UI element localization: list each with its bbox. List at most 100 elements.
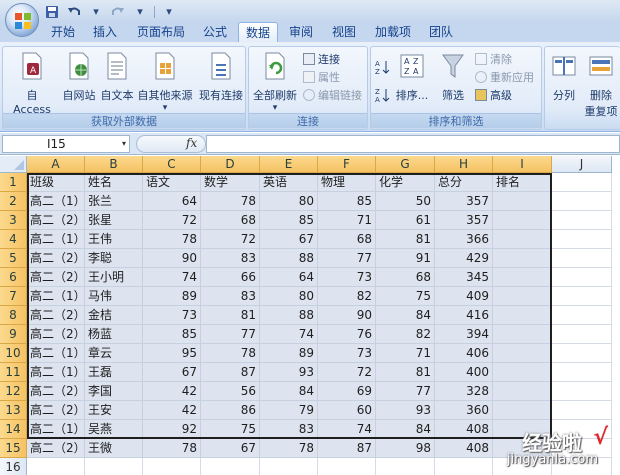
cell-i3[interactable] (493, 211, 552, 230)
cell-c11[interactable]: 67 (143, 363, 201, 382)
row-header-8[interactable]: 8 (0, 306, 27, 325)
cell-h5[interactable]: 429 (435, 249, 493, 268)
cell-d15[interactable]: 67 (201, 439, 260, 458)
cell-j10[interactable] (552, 344, 612, 363)
office-button[interactable] (5, 3, 39, 37)
cell-c1[interactable]: 语文 (143, 173, 201, 192)
cell-d14[interactable]: 75 (201, 420, 260, 439)
from-access-button[interactable]: A 自 Access (6, 51, 58, 116)
tab-data[interactable]: 数据 (238, 22, 278, 42)
cell-g7[interactable]: 75 (376, 287, 435, 306)
cell-i11[interactable] (493, 363, 552, 382)
cell-h1[interactable]: 总分 (435, 173, 493, 192)
from-text-button[interactable]: 自文本 (99, 51, 135, 103)
cell-b2[interactable]: 张兰 (85, 192, 143, 211)
cell-e12[interactable]: 84 (260, 382, 318, 401)
cell-g9[interactable]: 82 (376, 325, 435, 344)
row-header-6[interactable]: 6 (0, 268, 27, 287)
reapply-button[interactable]: 重新应用 (475, 69, 534, 85)
tab-review[interactable]: 审阅 (282, 22, 320, 42)
cell-g15[interactable]: 98 (376, 439, 435, 458)
from-web-button[interactable]: 自网站 (61, 51, 97, 103)
column-header-c[interactable]: C (143, 156, 201, 173)
cell-b4[interactable]: 王伟 (85, 230, 143, 249)
cell-j12[interactable] (552, 382, 612, 401)
cell-j2[interactable] (552, 192, 612, 211)
cell-b9[interactable]: 杨蓝 (85, 325, 143, 344)
cell-a2[interactable]: 高二（1） (27, 192, 85, 211)
cell-f5[interactable]: 77 (318, 249, 376, 268)
cell-d1[interactable]: 数学 (201, 173, 260, 192)
tab-view[interactable]: 视图 (325, 22, 363, 42)
row-header-4[interactable]: 4 (0, 230, 27, 249)
cell-e16[interactable] (260, 458, 318, 475)
cell-e5[interactable]: 88 (260, 249, 318, 268)
cell-f12[interactable]: 69 (318, 382, 376, 401)
cell-e1[interactable]: 英语 (260, 173, 318, 192)
cell-f16[interactable] (318, 458, 376, 475)
cell-b6[interactable]: 王小明 (85, 268, 143, 287)
column-header-d[interactable]: D (201, 156, 260, 173)
cell-e15[interactable]: 78 (260, 439, 318, 458)
tab-home[interactable]: 开始 (44, 22, 82, 42)
refresh-all-button[interactable]: 全部刷新 ▾ (251, 51, 299, 113)
cell-i6[interactable] (493, 268, 552, 287)
cell-f9[interactable]: 76 (318, 325, 376, 344)
name-box-dropdown-icon[interactable]: ▾ (122, 136, 126, 152)
cell-j7[interactable] (552, 287, 612, 306)
cell-c5[interactable]: 90 (143, 249, 201, 268)
cell-d7[interactable]: 83 (201, 287, 260, 306)
cell-d10[interactable]: 78 (201, 344, 260, 363)
cell-g16[interactable] (376, 458, 435, 475)
cell-e10[interactable]: 89 (260, 344, 318, 363)
cell-e7[interactable]: 80 (260, 287, 318, 306)
cell-c6[interactable]: 74 (143, 268, 201, 287)
tab-team[interactable]: 团队 (422, 22, 460, 42)
row-header-9[interactable]: 9 (0, 325, 27, 344)
tab-page-layout[interactable]: 页面布局 (130, 22, 192, 42)
cell-h10[interactable]: 406 (435, 344, 493, 363)
cell-f6[interactable]: 73 (318, 268, 376, 287)
cell-e6[interactable]: 64 (260, 268, 318, 287)
cell-e2[interactable]: 80 (260, 192, 318, 211)
tab-formulas[interactable]: 公式 (196, 22, 234, 42)
cell-c2[interactable]: 64 (143, 192, 201, 211)
cell-f8[interactable]: 90 (318, 306, 376, 325)
cell-g14[interactable]: 84 (376, 420, 435, 439)
row-header-2[interactable]: 2 (0, 192, 27, 211)
column-header-e[interactable]: E (260, 156, 318, 173)
cell-a3[interactable]: 高二（2） (27, 211, 85, 230)
cell-b7[interactable]: 马伟 (85, 287, 143, 306)
cell-f4[interactable]: 68 (318, 230, 376, 249)
cell-d11[interactable]: 87 (201, 363, 260, 382)
cell-i13[interactable] (493, 401, 552, 420)
cell-b10[interactable]: 章云 (85, 344, 143, 363)
cell-a7[interactable]: 高二（1） (27, 287, 85, 306)
cell-a8[interactable]: 高二（2） (27, 306, 85, 325)
cell-b13[interactable]: 王安 (85, 401, 143, 420)
cell-g13[interactable]: 93 (376, 401, 435, 420)
column-header-f[interactable]: F (318, 156, 376, 173)
row-header-15[interactable]: 15 (0, 439, 27, 458)
cell-e13[interactable]: 79 (260, 401, 318, 420)
tab-insert[interactable]: 插入 (86, 22, 124, 42)
advanced-filter-button[interactable]: 高级 (475, 87, 512, 103)
row-header-14[interactable]: 14 (0, 420, 27, 439)
sort-asc-button[interactable]: AZ (375, 59, 391, 75)
cell-g4[interactable]: 81 (376, 230, 435, 249)
text-to-columns-button[interactable]: 分列 (547, 51, 581, 103)
cell-h2[interactable]: 357 (435, 192, 493, 211)
cell-i8[interactable] (493, 306, 552, 325)
cell-g8[interactable]: 84 (376, 306, 435, 325)
cell-c8[interactable]: 73 (143, 306, 201, 325)
row-header-5[interactable]: 5 (0, 249, 27, 268)
cell-b1[interactable]: 姓名 (85, 173, 143, 192)
cell-h12[interactable]: 328 (435, 382, 493, 401)
redo-dropdown-icon[interactable]: ▾ (132, 4, 148, 20)
cell-f10[interactable]: 73 (318, 344, 376, 363)
redo-icon[interactable] (110, 4, 126, 20)
tab-addins[interactable]: 加载项 (368, 22, 418, 42)
cell-j5[interactable] (552, 249, 612, 268)
cell-f14[interactable]: 74 (318, 420, 376, 439)
cell-a13[interactable]: 高二（2） (27, 401, 85, 420)
